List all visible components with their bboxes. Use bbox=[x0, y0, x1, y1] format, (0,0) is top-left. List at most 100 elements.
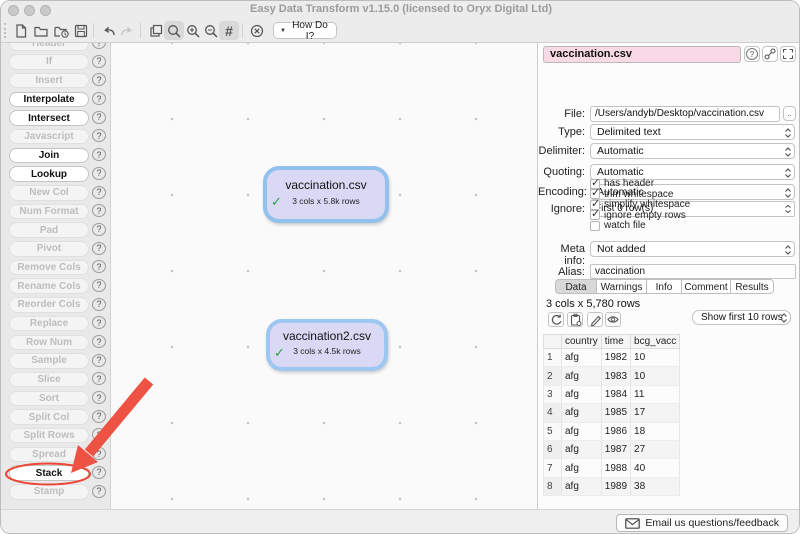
sidebar-item-rename-cols[interactable]: Rename Cols bbox=[9, 278, 89, 294]
how-do-i-button[interactable]: ▼ How Do I? bbox=[273, 22, 337, 39]
sidebar-item-row-num[interactable]: Row Num bbox=[9, 335, 89, 351]
help-icon[interactable]: ? bbox=[92, 428, 106, 441]
email-feedback-button[interactable]: Email us questions/feedback bbox=[616, 514, 788, 532]
help-icon[interactable]: ? bbox=[92, 410, 106, 423]
grid-snap-icon[interactable]: # bbox=[219, 21, 239, 40]
sidebar-item-header[interactable]: Header bbox=[9, 43, 89, 51]
checkbox-watch-file[interactable]: watch file bbox=[590, 220, 646, 231]
checkbox-ignore-empty-rows[interactable]: ✓ ignore empty rows bbox=[590, 210, 686, 221]
zoom-out-icon[interactable] bbox=[201, 21, 221, 40]
file-path-field[interactable]: /Users/andyb/Desktop/vaccination.csv bbox=[590, 106, 780, 122]
help-icon[interactable]: ? bbox=[92, 204, 106, 217]
col-header-num[interactable] bbox=[544, 335, 562, 349]
open-file-icon[interactable] bbox=[31, 21, 51, 40]
edit-icon[interactable] bbox=[587, 312, 603, 327]
table-row[interactable]: 8 afg 1989 38 bbox=[544, 477, 680, 495]
flow-canvas[interactable]: vaccination.csv 3 cols x 5.8k rows ✓ vac… bbox=[111, 43, 537, 509]
table-row[interactable]: 5 afg 1986 18 bbox=[544, 422, 680, 440]
checkbox-icon[interactable] bbox=[590, 221, 600, 231]
help-icon[interactable]: ? bbox=[92, 129, 106, 142]
sidebar-item-sample[interactable]: Sample bbox=[9, 353, 89, 369]
help-icon[interactable]: ? bbox=[92, 223, 106, 236]
table-row[interactable]: 6 afg 1987 27 bbox=[544, 440, 680, 458]
sidebar-item-slice[interactable]: Slice bbox=[9, 372, 89, 388]
new-file-icon[interactable] bbox=[11, 21, 31, 40]
help-icon[interactable]: ? bbox=[92, 447, 106, 460]
meta-info-dropdown[interactable]: Not added bbox=[590, 241, 795, 257]
sidebar-item-stamp[interactable]: Stamp bbox=[9, 484, 89, 500]
help-icon[interactable]: ? bbox=[92, 485, 106, 498]
open-recent-icon[interactable] bbox=[51, 21, 71, 40]
connection-icon[interactable] bbox=[762, 46, 778, 62]
col-header-country[interactable]: country bbox=[562, 335, 602, 349]
node-vaccination2-csv[interactable]: vaccination2.csv 3 cols x 4.5k rows ✓ bbox=[266, 319, 388, 371]
rows-filter-dropdown[interactable]: Show first 10 rows bbox=[692, 310, 791, 325]
sidebar-item-remove-cols[interactable]: Remove Cols bbox=[9, 260, 89, 276]
table-row[interactable]: 2 afg 1983 10 bbox=[544, 367, 680, 385]
sidebar-item-insert[interactable]: Insert bbox=[9, 73, 89, 89]
sidebar-item-spread[interactable]: Spread bbox=[9, 447, 89, 463]
help-icon[interactable]: ? bbox=[92, 242, 106, 255]
tab-info[interactable]: Info bbox=[647, 279, 682, 294]
sidebar-item-interpolate[interactable]: Interpolate bbox=[9, 92, 89, 108]
view-icon[interactable] bbox=[605, 312, 621, 327]
spinner-icon[interactable] bbox=[784, 203, 792, 217]
sidebar-item-javascript[interactable]: Javascript bbox=[9, 129, 89, 145]
zoom-in-icon[interactable] bbox=[183, 21, 203, 40]
col-header-bcg-vacc[interactable]: bcg_vacc bbox=[631, 335, 680, 349]
table-row[interactable]: 1 afg 1982 10 bbox=[544, 349, 680, 367]
node-vaccination-csv[interactable]: vaccination.csv 3 cols x 5.8k rows ✓ bbox=[263, 166, 389, 223]
browse-file-button[interactable]: .. bbox=[783, 106, 796, 121]
sidebar-item-lookup[interactable]: Lookup bbox=[9, 166, 89, 182]
cancel-icon[interactable] bbox=[247, 21, 267, 40]
help-icon[interactable]: ? bbox=[92, 111, 106, 124]
help-icon[interactable]: ? bbox=[92, 167, 106, 180]
help-icon[interactable]: ? bbox=[92, 43, 106, 49]
help-icon[interactable]: ? bbox=[92, 55, 106, 68]
col-header-time[interactable]: time bbox=[601, 335, 630, 349]
alias-field[interactable]: vaccination bbox=[590, 264, 796, 279]
type-dropdown[interactable]: Delimited text bbox=[590, 124, 795, 140]
undo-icon[interactable] bbox=[99, 21, 119, 40]
help-icon[interactable]: ? bbox=[92, 186, 106, 199]
help-icon[interactable]: ? bbox=[92, 335, 106, 348]
table-row[interactable]: 7 afg 1988 40 bbox=[544, 459, 680, 477]
help-icon[interactable]: ? bbox=[92, 148, 106, 161]
tab-warnings[interactable]: Warnings bbox=[597, 279, 647, 294]
help-icon[interactable]: ? bbox=[92, 298, 106, 311]
help-icon[interactable]: ? bbox=[744, 46, 760, 62]
help-icon[interactable]: ? bbox=[92, 354, 106, 367]
table-row[interactable]: 3 afg 1984 11 bbox=[544, 385, 680, 403]
help-icon[interactable]: ? bbox=[92, 73, 106, 86]
sidebar-item-sort[interactable]: Sort bbox=[9, 391, 89, 407]
duplicate-icon[interactable] bbox=[146, 21, 166, 40]
help-icon[interactable]: ? bbox=[92, 92, 106, 105]
checkbox-trim-whitespace[interactable]: ✓ trim whitespace bbox=[590, 189, 673, 200]
tab-results[interactable]: Results bbox=[731, 279, 774, 294]
refresh-icon[interactable] bbox=[548, 312, 564, 327]
sidebar-item-stack[interactable]: Stack bbox=[9, 465, 89, 481]
checkbox-simplify-whitespace[interactable]: ✓ simplify whitespace bbox=[590, 199, 690, 210]
sidebar-item-new-col[interactable]: New Col bbox=[9, 185, 89, 201]
help-icon[interactable]: ? bbox=[92, 316, 106, 329]
tab-comment[interactable]: Comment bbox=[682, 279, 731, 294]
save-icon[interactable] bbox=[71, 21, 91, 40]
checkbox-icon[interactable]: ✓ bbox=[590, 210, 600, 220]
help-icon[interactable]: ? bbox=[92, 372, 106, 385]
sidebar-item-pivot[interactable]: Pivot bbox=[9, 241, 89, 257]
tab-data[interactable]: Data bbox=[555, 279, 597, 294]
delimiter-dropdown[interactable]: Automatic bbox=[590, 143, 795, 159]
sidebar-item-reorder-cols[interactable]: Reorder Cols bbox=[9, 297, 89, 313]
help-icon[interactable]: ? bbox=[92, 260, 106, 273]
sidebar-item-join[interactable]: Join bbox=[9, 148, 89, 164]
sidebar-item-intersect[interactable]: Intersect bbox=[9, 110, 89, 126]
expand-icon[interactable] bbox=[780, 46, 796, 62]
sidebar-item-num-format[interactable]: Num Format bbox=[9, 204, 89, 220]
sidebar-item-if[interactable]: If bbox=[9, 54, 89, 70]
help-icon[interactable]: ? bbox=[92, 279, 106, 292]
sidebar-item-pad[interactable]: Pad bbox=[9, 222, 89, 238]
help-icon[interactable]: ? bbox=[92, 391, 106, 404]
table-row[interactable]: 4 afg 1985 17 bbox=[544, 404, 680, 422]
help-icon[interactable]: ? bbox=[92, 466, 106, 479]
copy-to-clipboard-icon[interactable] bbox=[567, 312, 583, 327]
